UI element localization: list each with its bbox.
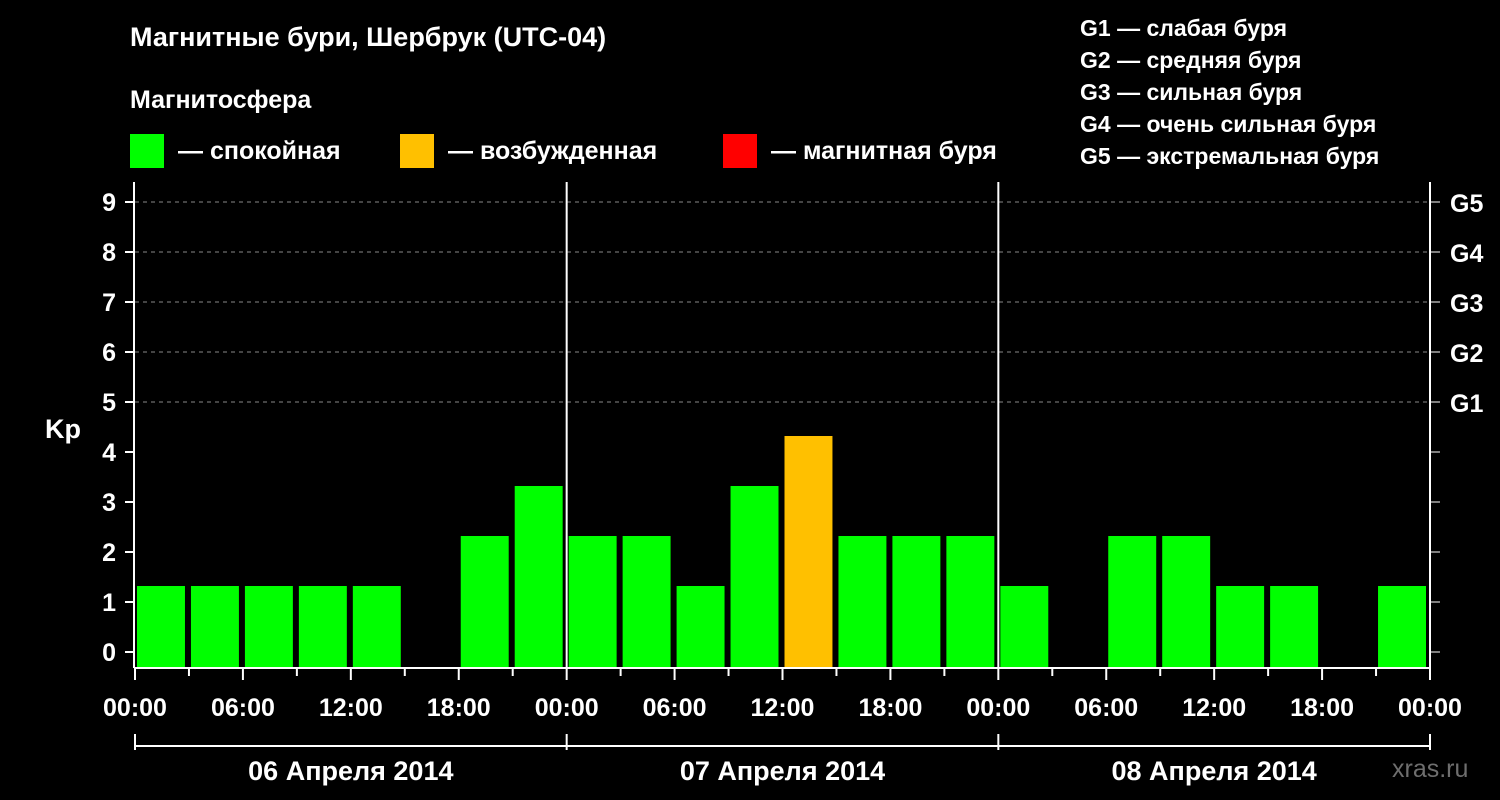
x-tick-label: 12:00 xyxy=(319,694,383,722)
kp-bar xyxy=(514,486,563,668)
day-label: 06 Апреля 2014 xyxy=(248,756,453,786)
kp-bar xyxy=(352,586,401,668)
y-tick-label: 6 xyxy=(102,339,116,367)
kp-bar xyxy=(1000,586,1049,668)
y-axis-label: Kp xyxy=(45,414,81,444)
kp-bar xyxy=(784,436,833,668)
x-tick-label: 00:00 xyxy=(535,694,599,722)
grid-lines xyxy=(135,201,1430,403)
right-tick-label: G4 xyxy=(1450,240,1483,268)
kp-bar xyxy=(1378,586,1426,668)
kp-chart: 0 1 2 3 4 5 6 7 8 9 G1 G2 G3 G4 G5 00:00 06:00 12:00 18:00… xyxy=(45,182,1483,786)
kp-bar xyxy=(892,536,941,668)
kp-bar xyxy=(946,536,995,668)
kp-bar xyxy=(1270,586,1319,668)
kp-bar xyxy=(568,536,617,668)
right-tick-label: G2 xyxy=(1450,340,1483,368)
kp-bar xyxy=(1162,536,1211,668)
y-tick-label: 7 xyxy=(102,289,116,317)
kp-bar xyxy=(298,586,347,668)
y-tick-label: 4 xyxy=(102,439,116,467)
kp-bar xyxy=(244,586,293,668)
y-tick-label: 8 xyxy=(102,239,116,267)
y-tick-label: 9 xyxy=(102,189,116,217)
x-tick-label: 06:00 xyxy=(1074,694,1138,722)
right-tick-label: G5 xyxy=(1450,190,1483,218)
y-tick-label: 5 xyxy=(102,389,116,417)
y-tick-label: 3 xyxy=(102,489,116,517)
kp-bar xyxy=(1216,586,1265,668)
y-tick-label: 0 xyxy=(102,639,116,667)
x-tick-label: 06:00 xyxy=(643,694,707,722)
y-tick-label: 1 xyxy=(102,589,116,617)
kp-bar xyxy=(1108,536,1157,668)
right-tick-label: G1 xyxy=(1450,390,1483,418)
x-tick-label: 12:00 xyxy=(751,694,815,722)
kp-bar xyxy=(730,486,779,668)
kp-bar xyxy=(622,536,671,668)
x-tick-label: 18:00 xyxy=(858,694,922,722)
right-tick-label: G3 xyxy=(1450,290,1483,318)
x-tick-label: 00:00 xyxy=(966,694,1030,722)
day-label: 07 Апреля 2014 xyxy=(680,756,885,786)
day-label: 08 Апреля 2014 xyxy=(1112,756,1317,786)
x-tick-label: 06:00 xyxy=(211,694,275,722)
kp-bar xyxy=(190,586,239,668)
y-tick-label: 2 xyxy=(102,539,116,567)
x-tick-label: 18:00 xyxy=(1290,694,1354,722)
kp-bar xyxy=(676,586,725,668)
x-tick-label: 00:00 xyxy=(103,694,167,722)
kp-bar xyxy=(838,536,887,668)
kp-bar xyxy=(137,586,185,668)
watermark: xras.ru xyxy=(1392,755,1469,783)
x-tick-label: 12:00 xyxy=(1182,694,1246,722)
kp-bar xyxy=(460,536,509,668)
x-tick-label: 18:00 xyxy=(427,694,491,722)
x-tick-label: 00:00 xyxy=(1398,694,1462,722)
bars xyxy=(137,436,1426,668)
